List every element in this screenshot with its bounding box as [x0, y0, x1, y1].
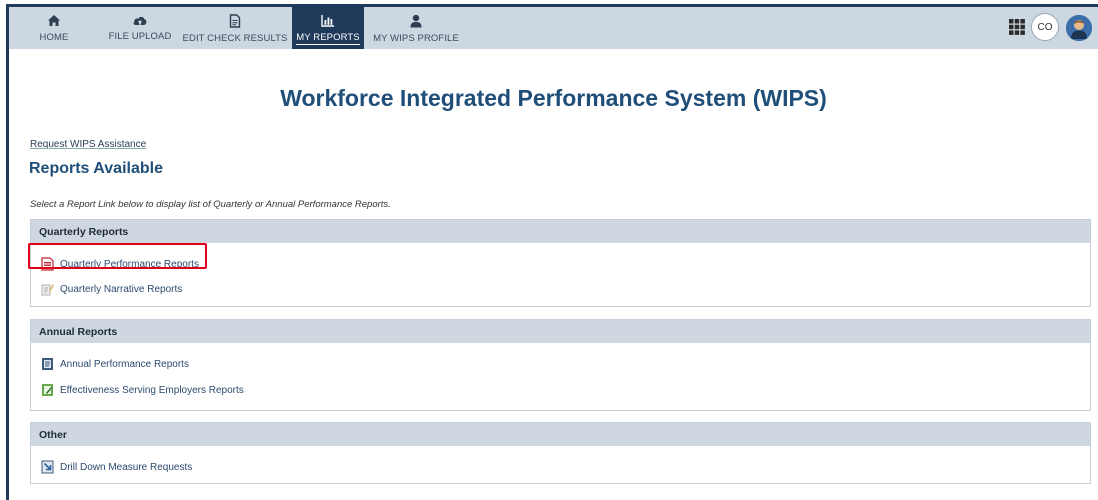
nav-file-upload-label: FILE UPLOAD [108, 31, 172, 42]
top-navigation-bar: HOME FILE UPLOAD EDIT CHECK RESULTS MY R… [9, 7, 1098, 49]
instructions-text: Select a Report Link below to display li… [30, 199, 391, 210]
nav-my-wips-profile[interactable]: MY WIPS PROFILE [371, 7, 461, 49]
app-grid-icon[interactable] [1009, 19, 1025, 35]
annual-reports-panel: Annual Reports Annual Performance Report… [30, 319, 1091, 411]
section-header: Other [31, 423, 1090, 446]
home-icon [48, 15, 60, 26]
nav-my-reports[interactable]: MY REPORTS [292, 7, 364, 49]
edit-report-icon [42, 384, 53, 396]
user-icon [410, 14, 422, 28]
document-icon [229, 14, 241, 28]
drill-down-icon [41, 460, 54, 474]
quarterly-narrative-reports-link[interactable]: Quarterly Narrative Reports [41, 282, 182, 296]
cloud-upload-icon [133, 16, 147, 25]
nav-file-upload[interactable]: FILE UPLOAD [106, 7, 174, 49]
nav-my-reports-label: MY REPORTS [296, 32, 360, 45]
avatar[interactable] [1066, 15, 1092, 41]
bar-chart-icon [321, 15, 334, 27]
annual-performance-reports-link[interactable]: Annual Performance Reports [41, 357, 189, 371]
user-initials-avatar[interactable]: CO [1031, 13, 1059, 41]
narrative-report-icon [41, 284, 54, 296]
highlight-box [28, 243, 207, 269]
other-panel: Other Drill Down Measure Requests [30, 422, 1091, 484]
user-photo-icon [1066, 15, 1092, 41]
link-label: Drill Down Measure Requests [60, 461, 193, 473]
link-label: Quarterly Narrative Reports [60, 283, 183, 295]
page-title: Workforce Integrated Performance System … [280, 85, 827, 111]
request-assistance-link[interactable]: Request WIPS Assistance [30, 139, 146, 150]
nav-edit-check-results-label: EDIT CHECK RESULTS [182, 33, 288, 44]
annual-report-icon [42, 358, 53, 370]
nav-edit-check-results[interactable]: EDIT CHECK RESULTS [182, 7, 288, 49]
link-label: Annual Performance Reports [60, 358, 189, 370]
nav-my-wips-profile-label: MY WIPS PROFILE [373, 33, 459, 44]
nav-home[interactable]: HOME [27, 7, 81, 49]
link-label: Effectiveness Serving Employers Reports [60, 384, 244, 396]
section-header: Annual Reports [31, 320, 1090, 343]
drill-down-measure-requests-link[interactable]: Drill Down Measure Requests [41, 460, 192, 474]
effectiveness-serving-employers-reports-link[interactable]: Effectiveness Serving Employers Reports [41, 383, 244, 397]
reports-available-heading: Reports Available [29, 160, 163, 177]
section-header: Quarterly Reports [31, 220, 1090, 243]
nav-home-label: HOME [39, 32, 69, 43]
